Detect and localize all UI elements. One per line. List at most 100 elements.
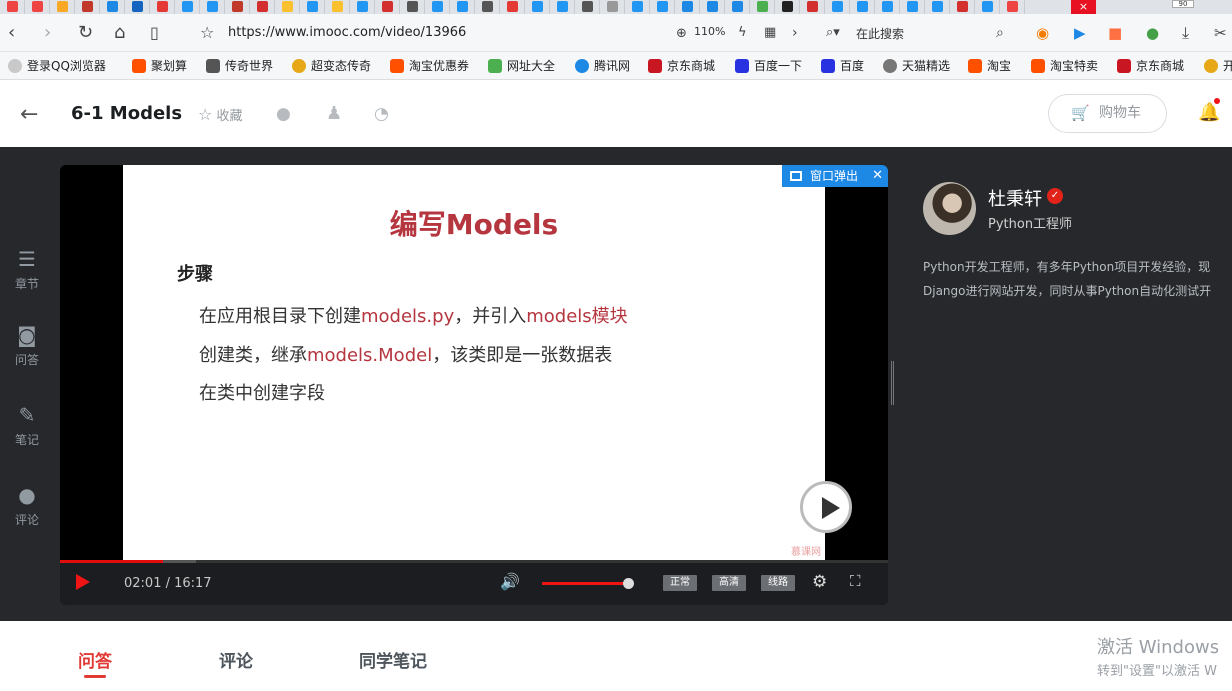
game-icon[interactable]: ◉	[1036, 23, 1049, 43]
bookmark-item[interactable]: 天猫精选	[883, 58, 950, 74]
bookmark-item[interactable]: 京东商城	[648, 58, 715, 74]
browser-tab[interactable]	[150, 0, 175, 14]
chat-icon[interactable]: ●	[1146, 23, 1159, 43]
browser-tab[interactable]	[100, 0, 125, 14]
sidebar-item-notes[interactable]: ✎ 笔记	[0, 403, 54, 448]
close-icon[interactable]: ✕	[872, 165, 883, 187]
browser-tab[interactable]	[75, 0, 100, 14]
browser-tab[interactable]	[600, 0, 625, 14]
browser-tab[interactable]	[475, 0, 500, 14]
bookmark-item[interactable]: 登录QQ浏览器	[8, 58, 106, 74]
browser-tab[interactable]	[200, 0, 225, 14]
browser-tab[interactable]	[850, 0, 875, 14]
teacher-name[interactable]: 杜秉轩	[988, 185, 1042, 211]
forward-icon[interactable]: ›	[44, 23, 51, 43]
quality-normal-button[interactable]: 正常	[663, 575, 697, 591]
gear-icon[interactable]: ⚙	[812, 572, 827, 592]
browser-tab[interactable]	[425, 0, 450, 14]
reload-icon[interactable]: ↻	[78, 23, 93, 43]
bookmark-item[interactable]: 淘宝特卖	[1031, 58, 1098, 74]
bookmark-item[interactable]: 网址大全	[488, 58, 555, 74]
browser-tab[interactable]	[675, 0, 700, 14]
tab-qa[interactable]: 问答	[78, 647, 112, 672]
browser-tab[interactable]	[575, 0, 600, 14]
chevron-right-icon[interactable]: ›	[792, 23, 798, 43]
home-icon[interactable]: ⌂	[114, 23, 125, 43]
browser-tab[interactable]	[800, 0, 825, 14]
sidebar-item-comments[interactable]: ● 评论	[0, 483, 54, 528]
search-icon[interactable]: ⌕	[996, 23, 1004, 43]
cart-button[interactable]: 🛒 购物车	[1048, 94, 1167, 133]
browser-tab[interactable]	[400, 0, 425, 14]
lightning-icon[interactable]: ϟ	[738, 23, 747, 43]
big-play-button[interactable]	[800, 481, 852, 533]
qq-icon[interactable]: ♟	[326, 103, 342, 124]
tools-icon[interactable]: ✂	[1214, 23, 1227, 43]
wechat-icon[interactable]: ●	[276, 104, 291, 124]
browser-tab[interactable]	[650, 0, 675, 14]
weibo-icon[interactable]: ◔	[374, 104, 389, 124]
bookmark-item[interactable]: 传奇世界	[206, 58, 273, 74]
browser-tab[interactable]	[225, 0, 250, 14]
reading-mode-icon[interactable]: ▯	[150, 23, 159, 43]
back-icon[interactable]: ‹	[8, 23, 15, 43]
qr-icon[interactable]: ▦	[764, 23, 776, 43]
arrow-left-icon[interactable]: ←	[20, 102, 38, 127]
browser-tab[interactable]	[825, 0, 850, 14]
browser-tab[interactable]	[25, 0, 50, 14]
bookmark-item[interactable]: 京东商城	[1117, 58, 1184, 74]
browser-tab[interactable]	[300, 0, 325, 14]
browser-tab[interactable]	[275, 0, 300, 14]
line-select-button[interactable]: 线路	[761, 575, 795, 591]
browser-tab[interactable]	[450, 0, 475, 14]
browser-tab[interactable]	[250, 0, 275, 14]
browser-tab[interactable]	[525, 0, 550, 14]
browser-tab[interactable]	[775, 0, 800, 14]
sidebar-item-chapters[interactable]: ☰ 章节	[0, 247, 54, 292]
video-icon[interactable]: ▶	[1074, 23, 1086, 43]
bookmark-item[interactable]: 淘宝优惠券	[390, 58, 469, 74]
bookmark-item[interactable]: 开	[1204, 58, 1232, 74]
browser-tab[interactable]	[700, 0, 725, 14]
browser-tab[interactable]	[750, 0, 775, 14]
search-input[interactable]: 在此搜索	[856, 25, 904, 42]
browser-tab[interactable]	[125, 0, 150, 14]
search-box[interactable]: ⌕▾ 在此搜索 ⌕	[822, 20, 1018, 46]
browser-tab[interactable]	[975, 0, 1000, 14]
browser-tab[interactable]	[175, 0, 200, 14]
browser-tab[interactable]	[325, 0, 350, 14]
browser-tab[interactable]	[50, 0, 75, 14]
collect-button[interactable]: ☆ 收藏	[198, 105, 243, 124]
fullscreen-icon[interactable]: ⛶	[850, 572, 861, 590]
play-icon[interactable]	[76, 574, 90, 590]
bookmark-item[interactable]: 聚划算	[132, 58, 187, 74]
tab-comments[interactable]: 评论	[219, 647, 253, 672]
bell-icon[interactable]: 🔔	[1198, 102, 1220, 123]
browser-tab[interactable]	[925, 0, 950, 14]
bookmark-item[interactable]: 百度	[821, 58, 864, 74]
browser-tab[interactable]	[0, 0, 25, 14]
browser-tab[interactable]	[625, 0, 650, 14]
star-icon[interactable]: ☆	[200, 23, 214, 43]
download-icon[interactable]: ⤓	[1182, 23, 1189, 43]
browser-tab[interactable]	[375, 0, 400, 14]
quality-hd-button[interactable]: 高清	[712, 575, 746, 591]
bookmark-item[interactable]: 超变态传奇	[292, 58, 371, 74]
browser-tab[interactable]	[550, 0, 575, 14]
tab-close-button[interactable]: ×	[1071, 0, 1096, 14]
tab-student-notes[interactable]: 同学笔记	[359, 647, 427, 672]
browser-tab[interactable]	[725, 0, 750, 14]
zoom-icon[interactable]: ⊕	[676, 24, 687, 44]
bookmark-item[interactable]: 淘宝	[968, 58, 1011, 74]
bookmark-item[interactable]: 腾讯网	[575, 58, 630, 74]
url-field[interactable]: https://www.imooc.com/video/13966	[228, 25, 466, 40]
browser-tab[interactable]	[350, 0, 375, 14]
video-player[interactable]: 编写Models 步骤 在应用根目录下创建models.py，并引入models…	[60, 165, 888, 605]
avatar[interactable]	[923, 182, 976, 235]
search-engine-icon[interactable]: ⌕▾	[826, 23, 840, 43]
volume-slider[interactable]	[542, 578, 634, 589]
camera-icon[interactable]: ■	[1108, 23, 1122, 43]
volume-icon[interactable]: 🔊	[500, 572, 520, 591]
browser-tab[interactable]	[875, 0, 900, 14]
browser-tab[interactable]	[900, 0, 925, 14]
